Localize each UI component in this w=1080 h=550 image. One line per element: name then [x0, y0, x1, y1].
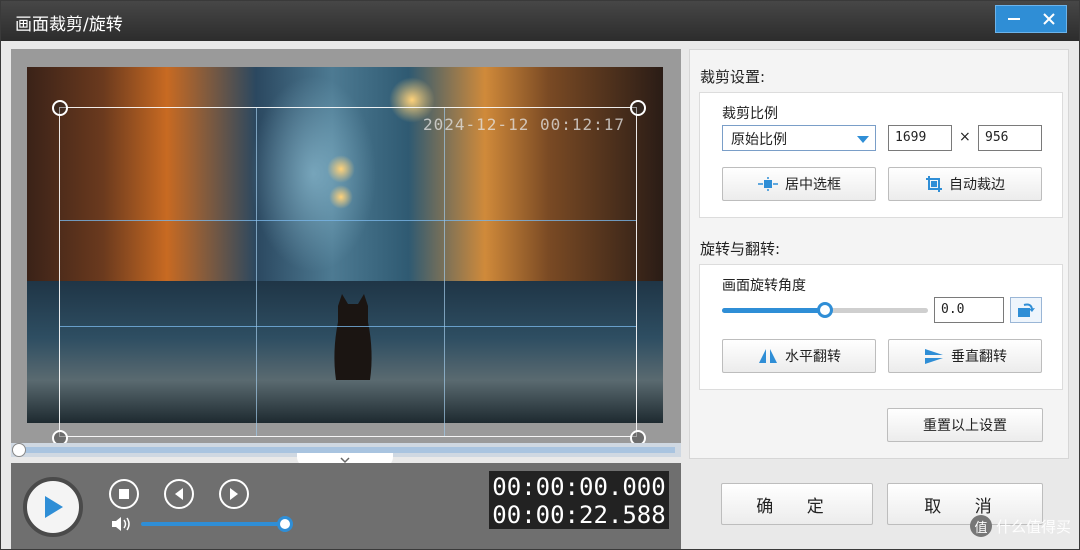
minimize-icon	[1007, 18, 1020, 20]
total-time: 00:00:22.588	[492, 501, 666, 529]
rotation-angle-input[interactable]: 0.0	[934, 297, 1004, 323]
stop-icon	[119, 489, 129, 499]
title-bar[interactable]: 画面裁剪/旋转	[1, 1, 1079, 41]
rotation-angle-label: 画面旋转角度	[722, 278, 806, 294]
seek-handle[interactable]	[12, 443, 26, 457]
window-controls	[995, 5, 1067, 33]
dialog-body: 2024-12-12 00:12:17 00:00:00.000 00:00:2…	[1, 41, 1079, 549]
dropdown-caret-icon	[857, 136, 869, 143]
crop-settings-group: 裁剪比例 原始比例 1699 × 956 居中选框 自动裁边	[699, 92, 1063, 218]
crop-handle-top-left[interactable]	[52, 100, 68, 116]
crop-section-title: 裁剪设置:	[700, 68, 766, 86]
rotate-settings-group: 画面旋转角度 0.0 水平翻转 垂直翻转	[699, 264, 1063, 390]
crop-width-input[interactable]: 1699	[888, 125, 952, 151]
volume-slider[interactable]	[141, 522, 285, 526]
rotate-section-title: 旋转与翻转:	[700, 240, 781, 258]
grid-line	[444, 108, 445, 436]
step-forward-icon	[230, 488, 238, 500]
rotation-slider-fill	[722, 308, 825, 313]
auto-crop-icon	[926, 176, 942, 192]
crop-ratio-label: 裁剪比例	[722, 106, 778, 122]
crop-frame[interactable]	[52, 100, 646, 446]
horizontal-flip-button[interactable]: 水平翻转	[722, 339, 876, 373]
flip-vertical-icon	[925, 349, 943, 364]
horizontal-flip-label: 水平翻转	[785, 349, 841, 365]
crop-rotate-dialog: 画面裁剪/旋转 2024-12-12 00:12:17 00:00:00.000…	[0, 0, 1080, 550]
auto-trim-label: 自动裁边	[949, 177, 1005, 193]
previous-frame-button[interactable]	[164, 479, 194, 509]
settings-panel: 裁剪设置: 裁剪比例 原始比例 1699 × 956 居中选框 自动裁边 旋转与…	[689, 49, 1069, 459]
crop-ratio-value: 原始比例	[731, 132, 787, 148]
crop-height-input[interactable]: 956	[978, 125, 1042, 151]
video-preview-panel: 2024-12-12 00:12:17	[11, 49, 681, 451]
play-icon	[45, 496, 63, 518]
grid-line	[60, 326, 636, 327]
rotation-slider-handle[interactable]	[817, 302, 833, 318]
crop-ratio-select[interactable]: 原始比例	[722, 125, 876, 151]
crop-handle-top-right[interactable]	[630, 100, 646, 116]
reset-settings-button[interactable]: 重置以上设置	[887, 408, 1043, 442]
close-icon	[1042, 13, 1055, 25]
rotate-icon	[1018, 303, 1035, 317]
center-selection-button[interactable]: 居中选框	[722, 167, 876, 201]
grid-line	[256, 108, 257, 436]
stop-button[interactable]	[109, 479, 139, 509]
window-title: 画面裁剪/旋转	[15, 15, 123, 35]
watermark: 值 什么值得买	[969, 515, 1071, 537]
center-crop-icon	[758, 177, 778, 191]
step-back-icon	[175, 488, 183, 500]
playback-controls: 00:00:00.000 00:00:22.588	[11, 463, 681, 549]
times-sign: ×	[959, 129, 971, 145]
play-button[interactable]	[23, 477, 83, 537]
watermark-text: 什么值得买	[995, 517, 1071, 536]
ok-label: 确 定	[756, 496, 838, 517]
flip-horizontal-icon	[759, 349, 777, 363]
reset-settings-label: 重置以上设置	[923, 418, 1007, 434]
center-selection-label: 居中选框	[785, 177, 841, 193]
vertical-flip-button[interactable]: 垂直翻转	[888, 339, 1042, 373]
minimize-button[interactable]	[996, 6, 1031, 32]
vertical-flip-label: 垂直翻转	[951, 349, 1007, 365]
watermark-logo: 值	[969, 515, 992, 537]
volume-icon[interactable]	[111, 515, 133, 533]
cancel-label: 取 消	[924, 496, 1006, 517]
ok-button[interactable]: 确 定	[721, 483, 873, 525]
next-frame-button[interactable]	[219, 479, 249, 509]
rotate-90-button[interactable]	[1010, 297, 1042, 323]
grid-line	[60, 220, 636, 221]
auto-trim-button[interactable]: 自动裁边	[888, 167, 1042, 201]
close-button[interactable]	[1031, 6, 1066, 32]
current-time: 00:00:00.000	[492, 473, 666, 501]
time-display: 00:00:00.000 00:00:22.588	[489, 471, 669, 529]
volume-handle[interactable]	[277, 516, 293, 532]
